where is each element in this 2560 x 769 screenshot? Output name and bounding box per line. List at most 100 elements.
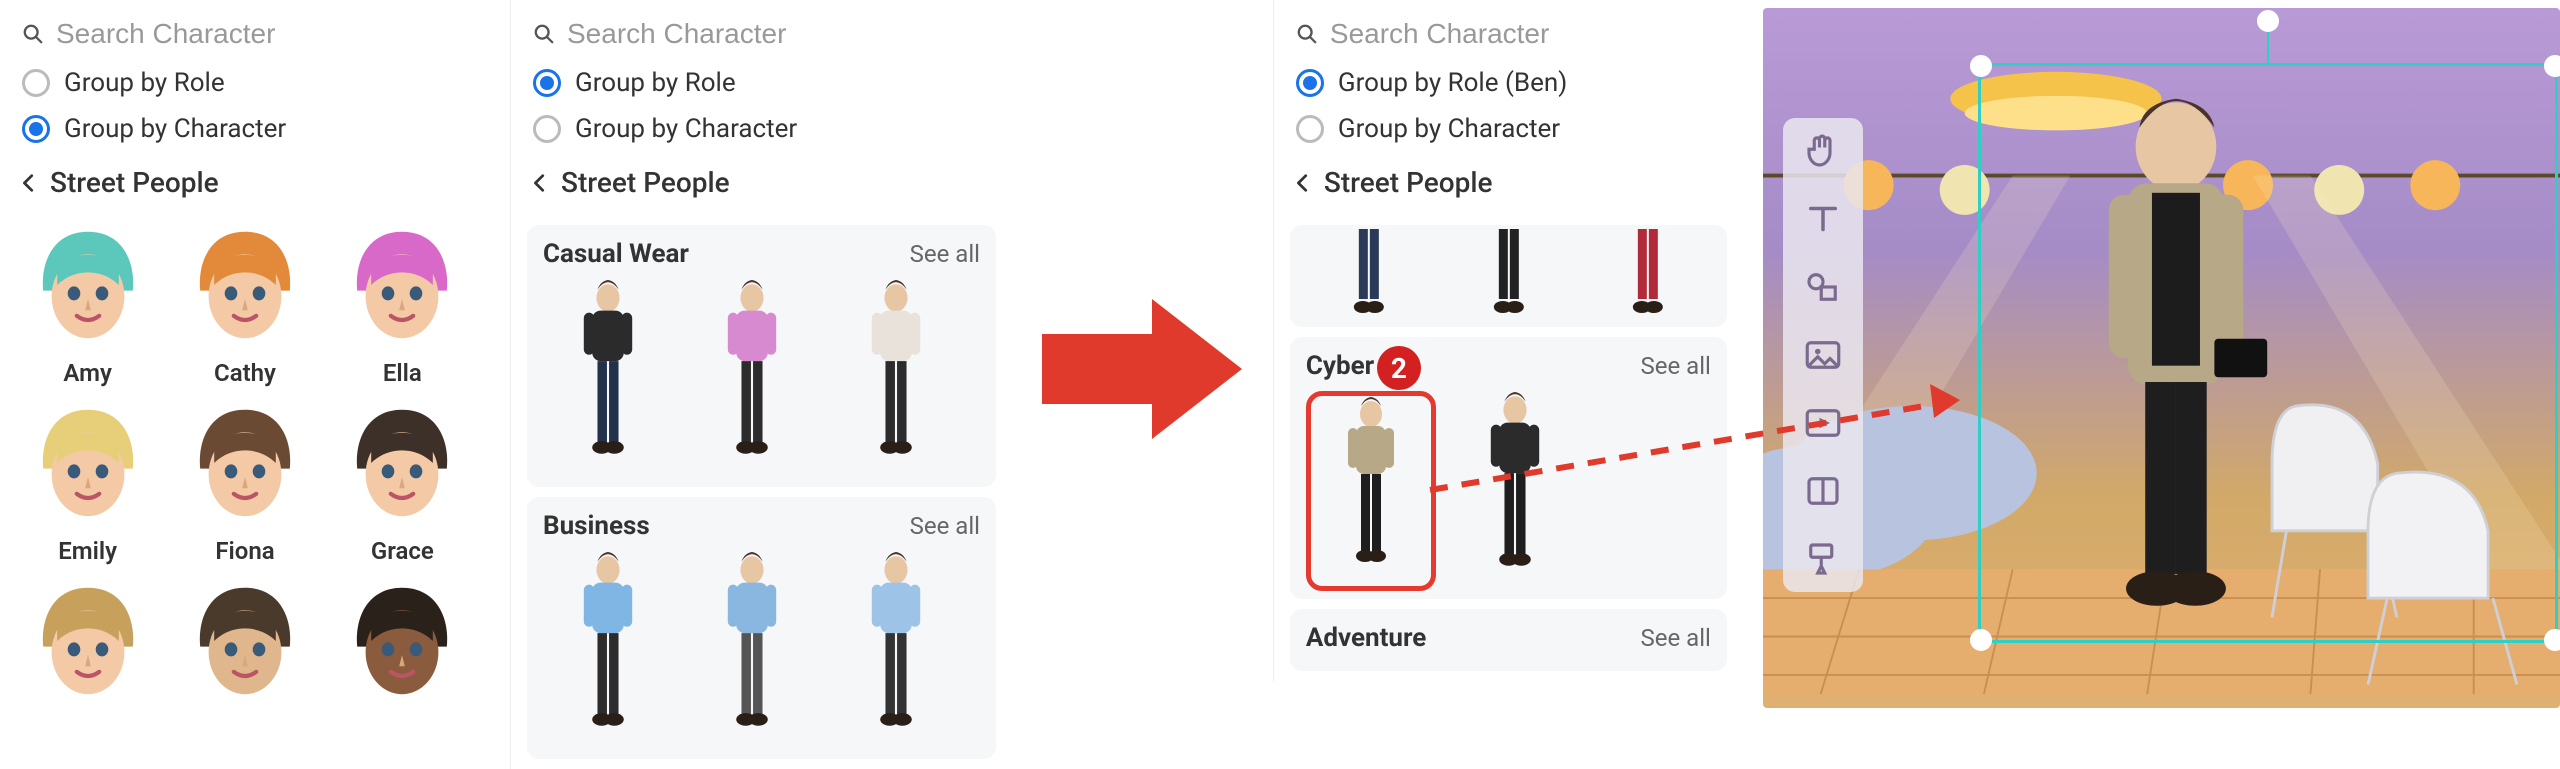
search-icon [22,23,44,45]
character-name: Fiona [169,537,320,565]
character-card[interactable] [169,571,320,715]
chevron-left-icon [18,172,40,194]
outfit-thumbnail[interactable] [543,279,673,479]
radio-icon [533,115,561,143]
character-card[interactable] [327,571,478,715]
character-name: Grace [327,537,478,565]
radio-icon [1296,115,1324,143]
resize-handle-tl[interactable] [1970,55,1992,77]
character-grid: Amy Cathy Ella Emily [0,215,490,715]
arrow-right-icon [1042,289,1242,449]
see-all-link[interactable]: See all [1641,352,1711,380]
character-avatar [18,571,158,711]
search-icon [533,23,555,45]
radio-icon [22,115,50,143]
chevron-left-icon [529,172,551,194]
back-label: Street People [561,166,730,199]
see-all-link[interactable]: See all [910,240,980,268]
character-panel-by-character: Group by Role Group by Character Street … [0,0,490,715]
outfit-thumbnail[interactable] [687,551,817,751]
radio-group-by-role-ben[interactable]: Group by Role (Ben) [1274,60,1743,106]
back-street-people[interactable]: Street People [1274,152,1743,215]
radio-group-by-character[interactable]: Group by Character [0,106,490,152]
radio-icon [22,69,50,97]
outfit-category: Adventure See all [1290,609,1727,671]
search-row [511,0,1012,60]
image-tool-icon[interactable] [1802,334,1844,376]
outfit-thumbnail[interactable] [1446,229,1572,319]
tutorial-arrow [1032,0,1253,737]
character-avatar [332,571,472,711]
character-avatar [18,215,158,355]
character-name: Ella [327,359,478,387]
search-icon [1296,23,1318,45]
character-avatar [175,393,315,533]
radio-group-by-role[interactable]: Group by Role [0,60,490,106]
step-badge: 2 [1377,346,1421,390]
outfit-thumbnail[interactable] [1585,229,1711,319]
panel-tool-icon[interactable] [1802,470,1844,512]
selection-box[interactable] [1978,63,2558,643]
character-avatar [175,571,315,711]
character-name: Cathy [169,359,320,387]
see-all-link[interactable]: See all [1641,624,1711,652]
character-panel-ben: Group by Role (Ben) Group by Character S… [1273,0,1743,681]
search-input[interactable] [1330,18,1723,50]
resize-handle-br[interactable] [2544,629,2560,651]
character-card[interactable]: Cathy [169,215,320,387]
radio-group-by-character[interactable]: Group by Character [1274,106,1743,152]
outfit-thumbnail[interactable] [831,551,961,751]
back-label: Street People [1324,166,1493,199]
category-title: Business [543,511,650,541]
character-card[interactable]: Grace [327,393,478,565]
outfit-thumbnail[interactable] [1306,229,1432,319]
video-tool-icon[interactable] [1802,402,1844,444]
outfit-thumbnail[interactable] [687,279,817,479]
radio-group-by-role[interactable]: Group by Role [511,60,1012,106]
outfit-category: Cyber See all 2 [1290,337,1727,599]
radio-label: Group by Role [575,68,736,98]
resize-handle-tr[interactable] [2544,55,2560,77]
canvas-toolbar [1783,118,1863,592]
character-avatar [175,215,315,355]
radio-label: Group by Role (Ben) [1338,68,1567,98]
paint-tool-icon[interactable] [1802,538,1844,580]
character-panel-by-role: Group by Role Group by Character Street … [510,0,1012,769]
character-card[interactable] [12,571,163,715]
text-tool-icon[interactable] [1802,198,1844,240]
rotate-line [2267,32,2269,66]
character-name: Emily [12,537,163,565]
outfit-thumbnail[interactable] [831,279,961,479]
see-all-link[interactable]: See all [910,512,980,540]
category-title: Casual Wear [543,239,689,269]
character-avatar [332,393,472,533]
shapes-tool-icon[interactable] [1802,266,1844,308]
outfit-thumbnail[interactable] [543,551,673,751]
rotate-handle[interactable] [2257,10,2279,32]
chevron-left-icon [1292,172,1314,194]
radio-icon [1296,69,1324,97]
resize-handle-bl[interactable] [1970,629,1992,651]
back-label: Street People [50,166,219,199]
character-card[interactable]: Ella [327,215,478,387]
category-title: Cyber [1306,351,1374,381]
character-card[interactable]: Amy [12,215,163,387]
outfit-thumbnail[interactable]: 2 [1306,391,1436,591]
hand-tool-icon[interactable] [1802,130,1844,172]
search-input[interactable] [567,18,992,50]
outfit-category: Business See all [527,497,996,759]
back-street-people[interactable]: Street People [511,152,1012,215]
character-avatar [18,393,158,533]
radio-label: Group by Character [64,114,286,144]
character-card[interactable]: Emily [12,393,163,565]
outfit-category: Casual Wear See all [527,225,996,487]
search-input[interactable] [56,18,470,50]
radio-label: Group by Character [1338,114,1560,144]
back-street-people[interactable]: Street People [0,152,490,215]
stage-canvas[interactable] [1763,8,2560,708]
character-name: Amy [12,359,163,387]
radio-group-by-character[interactable]: Group by Character [511,106,1012,152]
outfit-category-partial [1290,225,1727,327]
character-card[interactable]: Fiona [169,393,320,565]
outfit-thumbnail[interactable] [1450,391,1580,591]
